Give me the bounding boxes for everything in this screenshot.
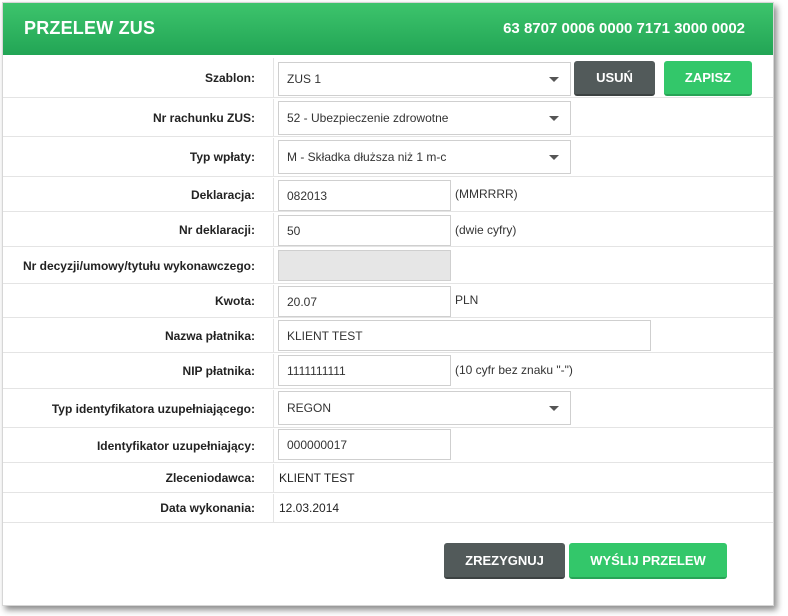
payer-nip-label: NIP płatnika: — [3, 354, 274, 388]
decision-number-label: Nr decyzji/umowy/tytułu wykonawczego: — [3, 248, 274, 283]
supp-id-label: Identyfikator uzupełniający: — [3, 429, 274, 462]
row-declaration: Deklaracja: 082013 (MMRRRR) — [3, 178, 773, 212]
zus-account-label: Nr rachunku ZUS: — [3, 99, 274, 136]
row-supp-id-type: Typ identyfikatora uzupełniającego: REGO… — [3, 390, 773, 428]
amount-currency: PLN — [455, 293, 479, 307]
row-payer-nip: NIP płatnika: 1111111111 (10 cyfr bez zn… — [3, 354, 773, 389]
declaration-label: Deklaracja: — [3, 178, 274, 211]
ordering-party-label: Zleceniodawca: — [3, 464, 274, 492]
execution-date-value: 12.03.2014 — [279, 501, 340, 515]
ordering-party-value: KLIENT TEST — [279, 471, 355, 485]
chevron-down-icon — [549, 77, 559, 82]
decision-number-input[interactable] — [278, 250, 451, 281]
declaration-number-input[interactable]: 50 — [278, 215, 451, 246]
row-declaration-number: Nr deklaracji: 50 (dwie cyfry) — [3, 213, 773, 247]
row-decision-number: Nr decyzji/umowy/tytułu wykonawczego: — [3, 248, 773, 284]
chevron-down-icon — [549, 155, 559, 160]
zus-transfer-panel: PRZELEW ZUS 63 8707 0006 0000 7171 3000 … — [2, 2, 774, 606]
payment-type-label: Typ wpłaty: — [3, 138, 274, 176]
panel-header: PRZELEW ZUS 63 8707 0006 0000 7171 3000 … — [3, 3, 773, 55]
row-payment-type: Typ wpłaty: M - Składka dłuższa niż 1 m-… — [3, 138, 773, 177]
payer-name-label: Nazwa płatnika: — [3, 319, 274, 352]
row-amount: Kwota: 20.07 PLN — [3, 285, 773, 318]
supp-id-type-value: REGON — [287, 401, 332, 415]
delete-template-button[interactable]: USUŃ — [574, 61, 655, 96]
zus-account-value: 52 - Ubezpieczenie zdrowotne — [287, 111, 449, 125]
row-execution-date: Data wykonania: 12.03.2014 — [3, 494, 773, 523]
payer-nip-hint: (10 cyfr bez znaku "-") — [455, 363, 573, 377]
template-select-value: ZUS 1 — [287, 72, 322, 86]
supp-id-input[interactable]: 000000017 — [278, 429, 451, 460]
declaration-hint: (MMRRRR) — [455, 187, 518, 201]
amount-label: Kwota: — [3, 285, 274, 317]
row-supp-id: Identyfikator uzupełniający: 000000017 — [3, 429, 773, 463]
payment-type-value: M - Składka dłuższa niż 1 m-c — [287, 150, 447, 164]
template-label: Szablon: — [3, 58, 274, 97]
row-payer-name: Nazwa płatnika: KLIENT TEST — [3, 319, 773, 353]
zus-account-select[interactable]: 52 - Ubezpieczenie zdrowotne — [278, 101, 571, 135]
execution-date-label: Data wykonania: — [3, 494, 274, 522]
declaration-number-hint: (dwie cyfry) — [455, 223, 517, 237]
declaration-number-label: Nr deklaracji: — [3, 213, 274, 246]
payment-type-select[interactable]: M - Składka dłuższa niż 1 m-c — [278, 140, 571, 174]
row-ordering-party: Zleceniodawca: KLIENT TEST — [3, 464, 773, 493]
payer-name-input[interactable]: KLIENT TEST — [278, 320, 651, 351]
account-number: 63 8707 0006 0000 7171 3000 0002 — [503, 20, 745, 37]
save-template-button[interactable]: ZAPISZ — [664, 61, 752, 96]
payer-nip-input[interactable]: 1111111111 — [278, 355, 451, 386]
amount-input[interactable]: 20.07 — [278, 286, 451, 317]
page-title: PRZELEW ZUS — [24, 18, 156, 38]
send-transfer-button[interactable]: WYŚLIJ PRZELEW — [569, 543, 727, 579]
supp-id-type-select[interactable]: REGON — [278, 391, 571, 425]
declaration-input[interactable]: 082013 — [278, 180, 451, 211]
cancel-button[interactable]: ZREZYGNUJ — [444, 543, 565, 579]
row-template: Szablon: ZUS 1 USUŃ ZAPISZ — [3, 58, 773, 98]
chevron-down-icon — [549, 116, 559, 121]
chevron-down-icon — [549, 406, 559, 411]
supp-id-type-label: Typ identyfikatora uzupełniającego: — [3, 390, 274, 427]
template-select[interactable]: ZUS 1 — [278, 62, 571, 96]
row-zus-account: Nr rachunku ZUS: 52 - Ubezpieczenie zdro… — [3, 99, 773, 137]
